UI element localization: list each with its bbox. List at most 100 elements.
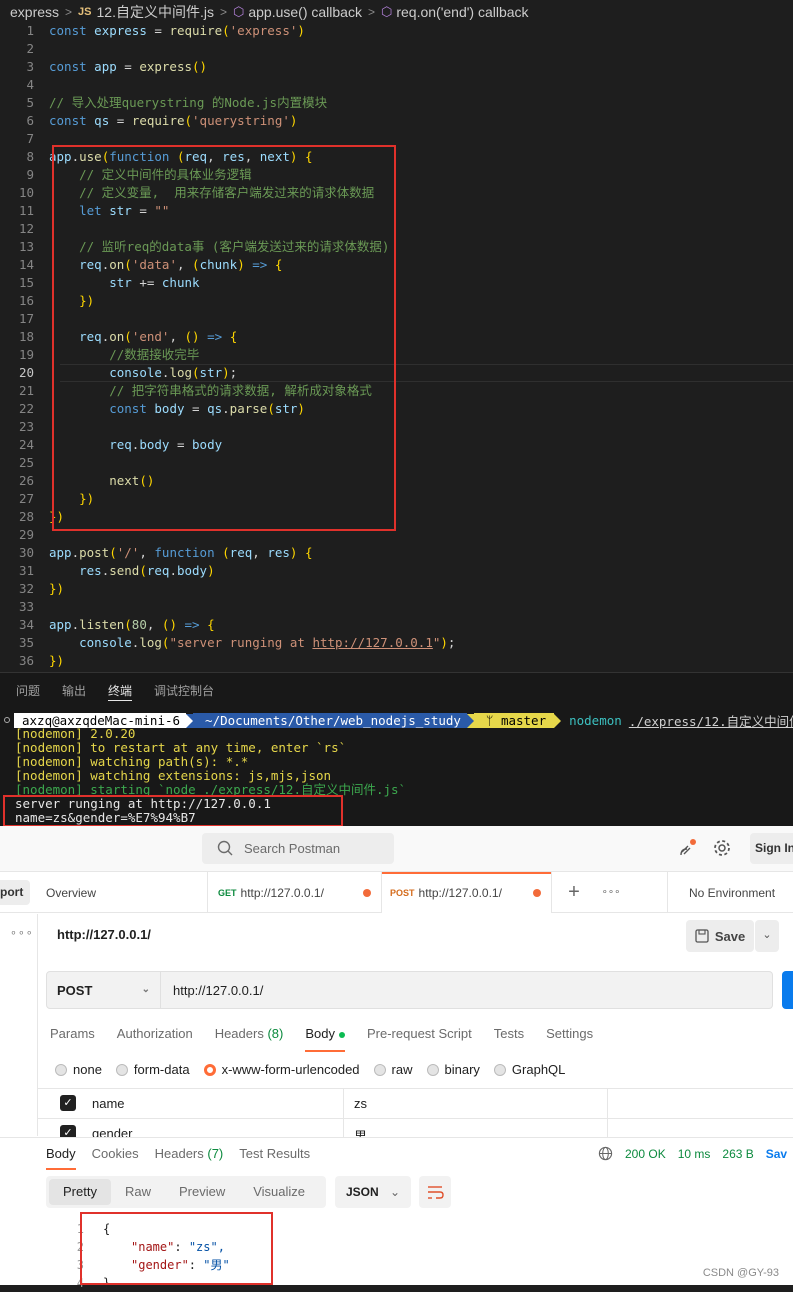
radio-label: binary	[444, 1062, 480, 1077]
response-time[interactable]: 10 ms	[678, 1147, 711, 1161]
code-line[interactable]: 30 app.post('/', function (req, res) {	[0, 544, 793, 562]
radio-form-data[interactable]: form-data	[115, 1062, 190, 1077]
line-number: 5	[26, 95, 34, 110]
gear-icon[interactable]	[712, 838, 732, 858]
tab-problems[interactable]: 问题	[16, 673, 40, 709]
method-select[interactable]: POST ⌄	[46, 971, 161, 1009]
breadcrumb-folder[interactable]: express	[10, 4, 59, 20]
tab-headers-label: Headers	[214, 1026, 264, 1041]
tab-test-results[interactable]: Test Results	[239, 1146, 310, 1172]
tab-response-body[interactable]: Body	[46, 1146, 76, 1172]
send-button[interactable]	[782, 971, 793, 1009]
code-line[interactable]: 2	[0, 40, 793, 58]
tab-debug-console[interactable]: 调试控制台	[154, 673, 214, 709]
save-label: Save	[714, 928, 746, 944]
satellite-icon[interactable]	[678, 838, 698, 858]
code-line[interactable]: 5 // 导入处理querystring 的Node.js内置模块	[0, 94, 793, 112]
code-line[interactable]: 31 res.send(req.body)	[0, 562, 793, 580]
tab-terminal[interactable]: 终端	[108, 673, 133, 709]
line-number: 36	[18, 653, 34, 668]
view-preview[interactable]: Preview	[165, 1179, 239, 1205]
save-button[interactable]: Save	[686, 920, 754, 952]
sign-in-button[interactable]: Sign In	[750, 833, 793, 864]
export-button[interactable]: port	[0, 880, 30, 905]
wrap-lines-button[interactable]	[419, 1176, 451, 1208]
code-text: app.listen(80, () => {	[49, 617, 215, 632]
tab-headers[interactable]: Headers (8)	[215, 1026, 284, 1054]
search-placeholder: Search Postman	[244, 841, 341, 856]
url-input[interactable]: http://127.0.0.1/	[161, 971, 773, 1009]
code-text: const express = require('express')	[49, 23, 305, 38]
tab-get-request[interactable]: GET http://127.0.0.1/	[208, 872, 382, 913]
globe-icon[interactable]	[598, 1146, 613, 1161]
param-value[interactable]: zs	[354, 1096, 367, 1111]
radio-none[interactable]: none	[55, 1062, 102, 1077]
radio-urlencoded[interactable]: x-www-form-urlencoded	[203, 1062, 360, 1077]
code-line[interactable]: 32})	[0, 580, 793, 598]
tab-response-headers-label: Headers	[154, 1146, 204, 1161]
body-type-radios: none form-data x-www-form-urlencoded raw…	[55, 1062, 579, 1077]
tab-body[interactable]: Body	[305, 1026, 345, 1054]
status-code[interactable]: 200 OK	[625, 1147, 666, 1161]
prompt-command-arg[interactable]: ./express/12.自定义中间件.js	[629, 711, 793, 730]
breadcrumb-symbol-1[interactable]: app.use() callback	[248, 4, 362, 20]
environment-select[interactable]: No Environment	[667, 872, 793, 913]
radio-label: none	[73, 1062, 102, 1077]
line-number: 2	[26, 41, 34, 56]
save-response-button[interactable]: Sav	[766, 1147, 787, 1161]
tab-tests[interactable]: Tests	[494, 1026, 524, 1054]
tab-prerequest-script[interactable]: Pre-request Script	[367, 1026, 472, 1054]
breadcrumb-symbol-2[interactable]: req.on('end') callback	[396, 4, 528, 20]
powerline-arrow-icon	[466, 713, 474, 728]
wrap-icon	[428, 1186, 444, 1199]
tab-output[interactable]: 输出	[62, 673, 86, 709]
code-line[interactable]: 36})	[0, 652, 793, 670]
code-line[interactable]: 3 const app = express()	[0, 58, 793, 76]
request-name[interactable]: http://127.0.0.1/	[57, 927, 151, 942]
tab-post-request[interactable]: POST http://127.0.0.1/	[382, 872, 552, 913]
code-line[interactable]: 34 app.listen(80, () => {	[0, 616, 793, 634]
view-pretty[interactable]: Pretty	[49, 1179, 111, 1205]
view-raw[interactable]: Raw	[111, 1179, 165, 1205]
code-line[interactable]: 33	[0, 598, 793, 616]
line-number: 1	[26, 23, 34, 38]
format-select[interactable]: JSON ⌄	[335, 1176, 411, 1208]
view-visualize[interactable]: Visualize	[239, 1179, 319, 1205]
search-input[interactable]: Search Postman	[202, 833, 394, 864]
tab-authorization[interactable]: Authorization	[117, 1026, 193, 1054]
param-key[interactable]: name	[92, 1096, 125, 1111]
radio-graphql[interactable]: GraphQL	[493, 1062, 565, 1077]
more-options-icon[interactable]: ∘∘∘	[10, 926, 34, 939]
code-text: })	[49, 581, 65, 596]
code-line[interactable]: 35 console.log("server runging at http:/…	[0, 634, 793, 652]
highlight-box-response	[80, 1212, 273, 1285]
tab-overview[interactable]: Overview	[38, 872, 208, 913]
line-number: 9	[26, 167, 34, 182]
tab-response-headers[interactable]: Headers (7)	[155, 1146, 224, 1172]
code-text: })	[49, 653, 65, 668]
code-line[interactable]: 1 const express = require('express')	[0, 22, 793, 40]
line-number: 16	[18, 293, 34, 308]
chevron-down-icon[interactable]: ⌄	[755, 920, 779, 952]
new-tab-button[interactable]: +	[552, 872, 596, 913]
line-number: 34	[18, 617, 34, 632]
column-divider	[607, 1089, 608, 1118]
tab-params[interactable]: Params	[50, 1026, 95, 1054]
response-tabs: Body Cookies Headers (7) Test Results	[46, 1146, 326, 1172]
response-size[interactable]: 263 B	[722, 1147, 753, 1161]
line-number: 7	[26, 131, 34, 146]
line-number: 17	[18, 311, 34, 326]
code-line[interactable]: 4	[0, 76, 793, 94]
table-row: ✓ name zs	[38, 1089, 793, 1119]
code-line[interactable]: 6 const qs = require('querystring')	[0, 112, 793, 130]
radio-binary[interactable]: binary	[426, 1062, 480, 1077]
tab-response-cookies[interactable]: Cookies	[92, 1146, 139, 1172]
more-tabs-icon[interactable]: ∘∘∘	[596, 872, 626, 913]
code-text: const app = express()	[49, 59, 208, 74]
radio-raw[interactable]: raw	[373, 1062, 413, 1077]
search-icon	[217, 840, 233, 856]
line-number: 31	[18, 563, 34, 578]
checkbox-checked[interactable]: ✓	[60, 1095, 76, 1111]
tab-settings[interactable]: Settings	[546, 1026, 593, 1054]
breadcrumb-file[interactable]: 12.自定义中间件.js	[97, 2, 214, 22]
